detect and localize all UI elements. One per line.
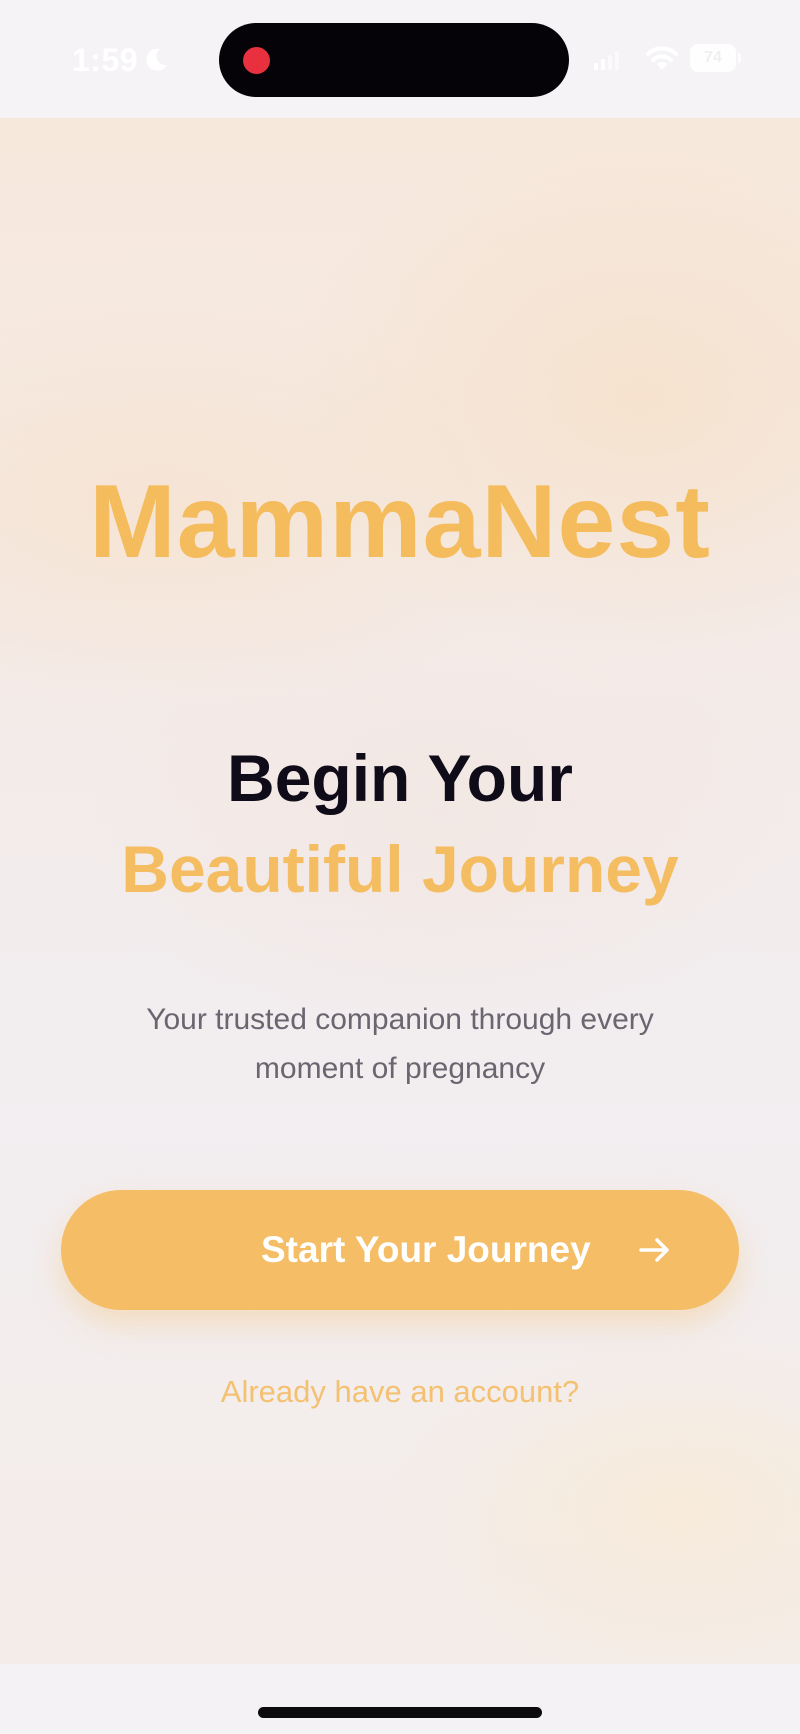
headline-line-2: Beautiful Journey: [121, 832, 679, 906]
app-title: MammaNest: [89, 464, 711, 580]
bottom-safe-area: [0, 1664, 800, 1734]
battery-icon: 74: [690, 44, 736, 72]
headline-line-1: Begin Your: [227, 741, 573, 815]
status-time: 1:59: [72, 42, 139, 78]
start-journey-label: Start Your Journey: [261, 1229, 591, 1270]
status-bar: 1:59 74: [0, 0, 800, 118]
dynamic-island: [219, 23, 569, 97]
home-indicator[interactable]: [258, 1707, 542, 1718]
wifi-icon: [646, 46, 678, 70]
cellular-signal-icon: [594, 51, 619, 70]
moon-icon: [146, 48, 167, 71]
start-journey-button[interactable]: Start Your Journey: [61, 1190, 739, 1310]
battery-tip: [738, 53, 741, 63]
sign-in-link[interactable]: Already have an account?: [0, 1374, 800, 1410]
arrow-right-icon: [639, 1238, 669, 1262]
recording-indicator-icon: [243, 47, 270, 74]
tagline: Your trusted companion through every mom…: [146, 1003, 654, 1085]
